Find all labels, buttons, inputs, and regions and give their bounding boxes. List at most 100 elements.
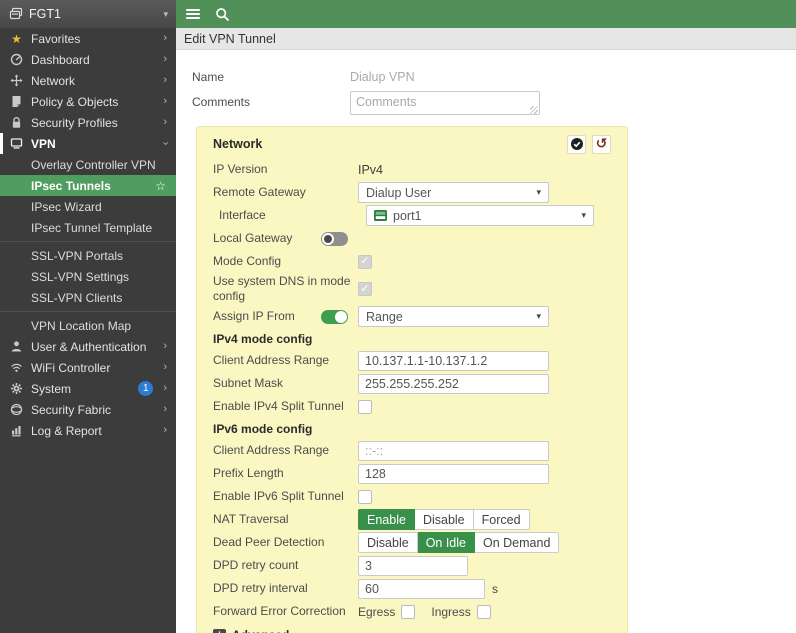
sidebar-divider	[0, 241, 176, 242]
undo-icon: ↺	[595, 136, 608, 152]
sidebar-item-user-authentication[interactable]: User & Authentication ›	[0, 336, 176, 357]
system-dns-checkbox[interactable]: ✓	[358, 282, 372, 296]
sidebar-item-security-profiles[interactable]: Security Profiles ›	[0, 112, 176, 133]
nat-traversal-forced-button[interactable]: Forced	[473, 509, 530, 530]
notification-badge: 1	[138, 381, 154, 396]
sidebar-item-ipsec-wizard[interactable]: IPsec Wizard	[0, 196, 176, 217]
comments-field[interactable]	[350, 91, 540, 115]
ipv6-split-tunnel-checkbox[interactable]	[358, 489, 372, 504]
bar-chart-icon	[9, 424, 24, 437]
user-icon	[9, 340, 24, 353]
search-icon[interactable]	[215, 7, 230, 22]
sidebar-item-dashboard[interactable]: Dashboard ›	[0, 49, 176, 70]
dead-peer-detection-segmented: Disable On Idle On Demand	[358, 532, 560, 553]
assign-ip-from-select[interactable]: Range ▾	[358, 306, 549, 327]
subnet-mask-input[interactable]	[358, 373, 549, 394]
chevron-right-icon: ›	[163, 403, 167, 415]
sidebar-item-ipsec-tunnels[interactable]: IPsec Tunnels ☆	[0, 175, 176, 196]
sidebar-item-security-fabric[interactable]: Security Fabric ›	[0, 399, 176, 420]
ipv6-client-address-range-label: Client Address Range	[213, 443, 330, 457]
sidebar-item-system[interactable]: System 1 ›	[0, 378, 176, 399]
ip-version-label: IP Version	[213, 162, 268, 176]
sidebar-item-vpn-location-map[interactable]: VPN Location Map	[0, 315, 176, 336]
caret-down-icon: ▾	[536, 187, 541, 197]
interface-icon	[374, 210, 387, 221]
mode-config-checkbox[interactable]: ✓	[358, 254, 372, 269]
remote-gateway-select[interactable]: Dialup User ▾	[358, 182, 549, 203]
advanced-label: Advanced...	[232, 628, 299, 633]
chevron-right-icon: ›	[163, 424, 167, 436]
ingress-label: Ingress	[431, 604, 471, 619]
sidebar-item-ssl-vpn-clients[interactable]: SSL-VPN Clients	[0, 287, 176, 308]
nat-traversal-enable-button[interactable]: Enable	[358, 509, 415, 530]
sidebar-item-policy-objects[interactable]: Policy & Objects ›	[0, 91, 176, 112]
system-dns-label: Use system DNS in mode config	[213, 274, 351, 303]
wifi-icon	[9, 361, 24, 374]
sidebar-item-overlay-controller-vpn[interactable]: Overlay Controller VPN	[0, 154, 176, 175]
device-selector[interactable]: FGT1 ▾	[0, 0, 176, 28]
ipv6-client-address-range-input[interactable]	[358, 440, 549, 461]
ipv4-split-tunnel-checkbox[interactable]	[358, 399, 372, 414]
ip-version-value: IPv4	[358, 162, 384, 177]
device-caret-icon: ▾	[163, 8, 168, 19]
ipv4-client-address-range-input[interactable]	[358, 350, 549, 371]
subnet-mask-label: Subnet Mask	[213, 376, 284, 390]
gear-icon	[9, 382, 24, 395]
sidebar-item-wifi-controller[interactable]: WiFi Controller ›	[0, 357, 176, 378]
top-toolbar	[176, 0, 796, 28]
dpd-disable-button[interactable]: Disable	[358, 532, 418, 553]
caret-down-icon: ▾	[581, 210, 586, 220]
chevron-right-icon: ›	[163, 361, 167, 373]
sidebar-item-vpn[interactable]: VPN ›	[0, 133, 176, 154]
interface-select[interactable]: port1 ▾	[366, 205, 594, 226]
chevron-right-icon: ›	[163, 340, 167, 352]
nat-traversal-disable-button[interactable]: Disable	[414, 509, 474, 530]
sidebar: FGT1 ▾ ★ Favorites › Dashboard › Network…	[0, 0, 176, 633]
chevron-right-icon: ›	[163, 74, 167, 86]
check-icon: ✓	[360, 282, 370, 295]
chevron-right-icon: ›	[163, 53, 167, 65]
favorite-star-icon[interactable]: ☆	[155, 179, 166, 193]
chevron-right-icon: ›	[163, 116, 167, 128]
sidebar-item-log-report[interactable]: Log & Report ›	[0, 420, 176, 441]
dpd-retry-count-label: DPD retry count	[213, 558, 299, 572]
apply-section-button[interactable]	[567, 134, 586, 154]
chevron-down-icon: ›	[159, 141, 172, 146]
assign-ip-from-toggle[interactable]	[321, 309, 348, 324]
ingress-checkbox[interactable]	[476, 604, 491, 619]
prefix-length-input[interactable]	[358, 463, 549, 484]
egress-checkbox[interactable]	[401, 604, 416, 619]
revert-section-button[interactable]: ↺	[592, 134, 611, 154]
dpd-on-idle-button[interactable]: On Idle	[417, 532, 475, 553]
edit-vpn-tunnel-form: Name Dialup VPN Comments Network	[176, 50, 796, 633]
ipv4-mode-config-header: IPv4 mode config	[213, 331, 313, 346]
nat-traversal-label: NAT Traversal	[213, 512, 289, 526]
document-icon	[9, 95, 24, 108]
sidebar-divider	[0, 311, 176, 312]
dpd-on-demand-button[interactable]: On Demand	[475, 532, 560, 553]
chevron-right-icon: ›	[163, 32, 167, 44]
local-gateway-toggle[interactable]	[321, 231, 348, 246]
device-icon	[8, 7, 23, 21]
sidebar-item-ipsec-tunnel-template[interactable]: IPsec Tunnel Template	[0, 217, 176, 238]
dead-peer-detection-label: Dead Peer Detection	[213, 535, 325, 549]
seconds-unit-label: s	[492, 581, 498, 596]
assign-ip-from-label: Assign IP From	[213, 309, 295, 323]
forward-error-correction-label: Forward Error Correction	[213, 604, 346, 618]
sidebar-item-ssl-vpn-settings[interactable]: SSL-VPN Settings	[0, 266, 176, 287]
arrows-move-icon	[9, 74, 24, 87]
nat-traversal-segmented: Enable Disable Forced	[358, 509, 530, 530]
menu-icon[interactable]	[186, 9, 200, 19]
prefix-length-label: Prefix Length	[213, 466, 284, 480]
ipv6-mode-config-header: IPv6 mode config	[213, 421, 313, 436]
advanced-expander[interactable]: + Advanced...	[213, 628, 611, 633]
dpd-retry-interval-input[interactable]	[358, 578, 485, 599]
section-title: Network	[213, 137, 263, 151]
star-icon: ★	[11, 31, 22, 46]
name-label: Name	[192, 70, 225, 84]
sidebar-item-network[interactable]: Network ›	[0, 70, 176, 91]
lock-icon	[9, 116, 24, 129]
dpd-retry-count-input[interactable]	[358, 555, 468, 576]
sidebar-item-ssl-vpn-portals[interactable]: SSL-VPN Portals	[0, 245, 176, 266]
sidebar-item-favorites[interactable]: ★ Favorites ›	[0, 28, 176, 49]
